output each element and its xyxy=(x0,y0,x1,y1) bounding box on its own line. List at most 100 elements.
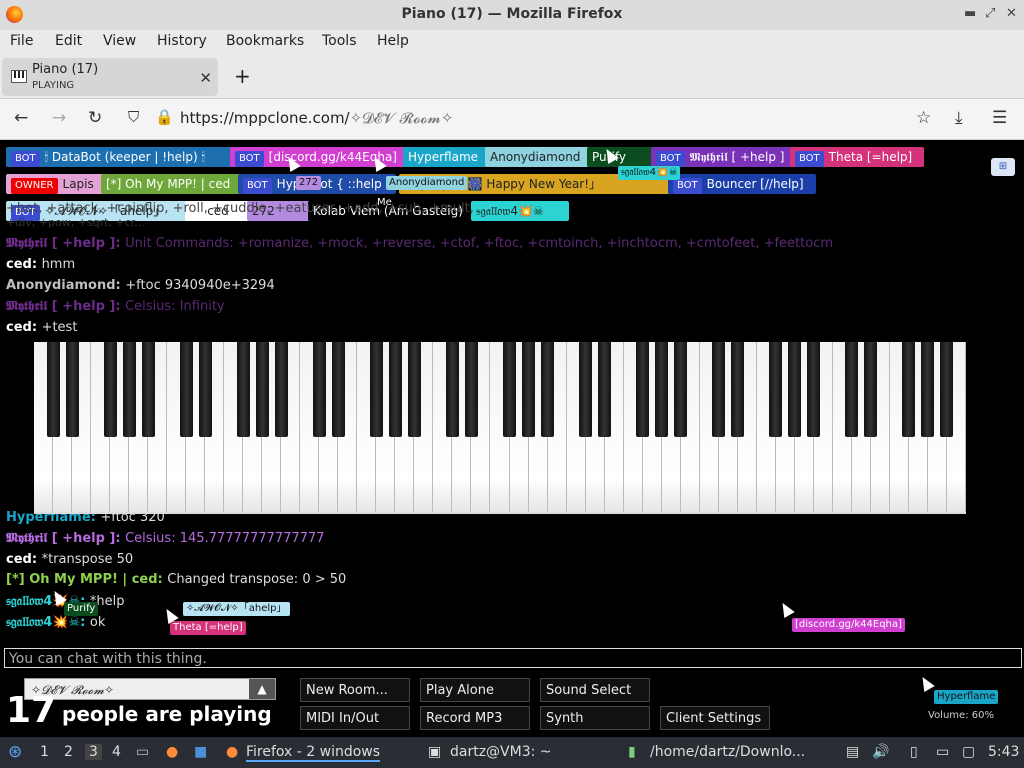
display-tray-icon[interactable]: ▢ xyxy=(962,744,975,760)
close-icon[interactable]: ✕ xyxy=(1006,6,1017,21)
black-key[interactable] xyxy=(788,342,802,437)
user-tag[interactable]: [*] Oh My MPP! | ced xyxy=(101,174,243,194)
downloads-icon[interactable]: ⤓ xyxy=(955,108,963,128)
lock-icon[interactable]: 🔒 xyxy=(155,108,174,126)
black-key[interactable] xyxy=(845,342,859,437)
black-key[interactable] xyxy=(46,342,60,437)
black-key[interactable] xyxy=(331,342,345,437)
menu-hamburger-icon[interactable]: ☰ xyxy=(992,108,1007,128)
user-tag[interactable]: OWNER Lapis xyxy=(6,174,106,194)
black-key[interactable] xyxy=(902,342,916,437)
black-key[interactable] xyxy=(541,342,555,437)
black-key[interactable] xyxy=(407,342,421,437)
workspace-2[interactable]: 2 xyxy=(64,744,73,760)
start-menu-icon[interactable]: ⊛ xyxy=(8,742,22,762)
black-key[interactable] xyxy=(636,342,650,437)
menu-bookmarks[interactable]: Bookmarks xyxy=(226,33,304,49)
menu-history[interactable]: History xyxy=(157,33,207,49)
maximize-icon[interactable]: ⤢ xyxy=(985,6,995,21)
chat-input[interactable]: You can chat with this thing. xyxy=(4,648,1022,668)
toggle-names-icon[interactable]: ⊞ xyxy=(991,158,1015,176)
file-manager-icon[interactable]: ▭ xyxy=(136,744,149,760)
new-tab-button[interactable]: + xyxy=(234,64,251,88)
new-room-button[interactable]: New Room... xyxy=(300,678,410,702)
black-key[interactable] xyxy=(579,342,593,437)
firefox-taskbar-icon[interactable]: ● xyxy=(166,744,178,760)
black-key[interactable] xyxy=(807,342,821,437)
taskbar-firefox[interactable]: Firefox - 2 windows xyxy=(246,744,381,762)
black-key[interactable] xyxy=(445,342,459,437)
black-key[interactable] xyxy=(236,342,250,437)
menu-edit[interactable]: Edit xyxy=(55,33,82,49)
black-key[interactable] xyxy=(464,342,478,437)
user-tag[interactable]: Anonydiamond xyxy=(485,147,593,167)
black-key[interactable] xyxy=(122,342,136,437)
bookmark-star-icon[interactable]: ☆ xyxy=(916,108,931,128)
room-select[interactable]: ✧𝓓𝓔𝓥 𝓡𝓸𝓸𝓶✧ ▲ xyxy=(24,678,276,700)
taskbar-folder[interactable]: /home/dartz/Downlo... xyxy=(650,744,805,760)
black-key[interactable] xyxy=(522,342,536,437)
workspace-3[interactable]: 3 xyxy=(85,744,102,760)
shield-icon[interactable]: ⛉ xyxy=(128,108,139,126)
piano-keyboard[interactable] xyxy=(34,342,966,514)
user-tag[interactable]: BOT 🕯 DataBot (keeper | !help) 🕯 xyxy=(6,147,236,167)
record-mp3-button[interactable]: Record MP3 xyxy=(420,706,530,730)
user-tag[interactable]: BOT 𝕸𝖞𝖙𝖍𝖗𝖎𝖑 [ +help ] xyxy=(651,147,795,167)
menu-file[interactable]: File xyxy=(10,33,33,49)
black-key[interactable] xyxy=(141,342,155,437)
url-main: https://mppclone.com/ xyxy=(180,109,350,127)
black-key[interactable] xyxy=(274,342,288,437)
minimize-icon[interactable]: ▬ xyxy=(964,6,976,21)
forward-icon[interactable]: → xyxy=(52,108,66,128)
user-tag[interactable]: 𝔰𝔤𝔞𝔩𝔩𝔬𝔴4💥☠ xyxy=(471,201,569,221)
midi-button[interactable]: MIDI In/Out xyxy=(300,706,410,730)
workspace-1[interactable]: 1 xyxy=(40,744,49,760)
url-field[interactable]: https://mppclone.com/✧𝓓𝓔𝓥 𝓡𝓸𝓸𝓶✧ xyxy=(180,109,453,127)
black-key[interactable] xyxy=(369,342,383,437)
black-key[interactable] xyxy=(179,342,193,437)
black-key[interactable] xyxy=(712,342,726,437)
cursor-label: 272 xyxy=(296,176,322,190)
taskbar-terminal[interactable]: dartz@VM3: ~ xyxy=(450,744,552,760)
user-name: 𝕸𝖞𝖙𝖍𝖗𝖎𝖑 [ +help ] xyxy=(689,150,785,164)
menu-help[interactable]: Help xyxy=(377,33,409,49)
synth-button[interactable]: Synth xyxy=(540,706,650,730)
user-tag[interactable]: BOT Bouncer [//help] xyxy=(668,174,816,194)
black-key[interactable] xyxy=(674,342,688,437)
black-key[interactable] xyxy=(655,342,669,437)
close-tab-icon[interactable]: ✕ xyxy=(199,69,212,87)
black-key[interactable] xyxy=(921,342,935,437)
user-tag[interactable]: Purify xyxy=(587,147,655,167)
black-key[interactable] xyxy=(940,342,954,437)
window-icon[interactable]: ■ xyxy=(194,744,207,760)
volume-tray-icon[interactable]: 🔊 xyxy=(872,744,889,760)
black-key[interactable] xyxy=(255,342,269,437)
black-key[interactable] xyxy=(198,342,212,437)
lock-tray-icon[interactable]: ▤ xyxy=(846,744,859,760)
black-key[interactable] xyxy=(769,342,783,437)
black-key[interactable] xyxy=(388,342,402,437)
black-key[interactable] xyxy=(103,342,117,437)
menu-tools[interactable]: Tools xyxy=(322,33,357,49)
room-arrow-icon[interactable]: ▲ xyxy=(249,679,275,699)
black-key[interactable] xyxy=(598,342,612,437)
client-settings-button[interactable]: Client Settings xyxy=(660,706,770,730)
tab-piano[interactable]: Piano (17) PLAYING ✕ xyxy=(2,58,218,96)
play-alone-button[interactable]: Play Alone xyxy=(420,678,530,702)
user-tag[interactable]: Hyperflame xyxy=(403,147,491,167)
clipboard-tray-icon[interactable]: ▯ xyxy=(910,744,918,760)
back-icon[interactable]: ← xyxy=(14,108,28,128)
user-tag[interactable]: BOT Theta [=help] xyxy=(790,147,924,167)
network-tray-icon[interactable]: ▭ xyxy=(936,744,949,760)
black-key[interactable] xyxy=(312,342,326,437)
black-key[interactable] xyxy=(864,342,878,437)
reload-icon[interactable]: ↻ xyxy=(88,108,102,128)
chat-message: 𝕸𝖞𝖙𝖍𝖗𝖎𝖑 [ +help ]: Unit Commands: +roman… xyxy=(6,236,833,251)
black-key[interactable] xyxy=(65,342,79,437)
black-key[interactable] xyxy=(731,342,745,437)
workspace-4[interactable]: 4 xyxy=(112,744,121,760)
menu-view[interactable]: View xyxy=(103,33,136,49)
clock: 5:43 xyxy=(988,744,1020,760)
sound-select-button[interactable]: Sound Select xyxy=(540,678,650,702)
black-key[interactable] xyxy=(503,342,516,437)
